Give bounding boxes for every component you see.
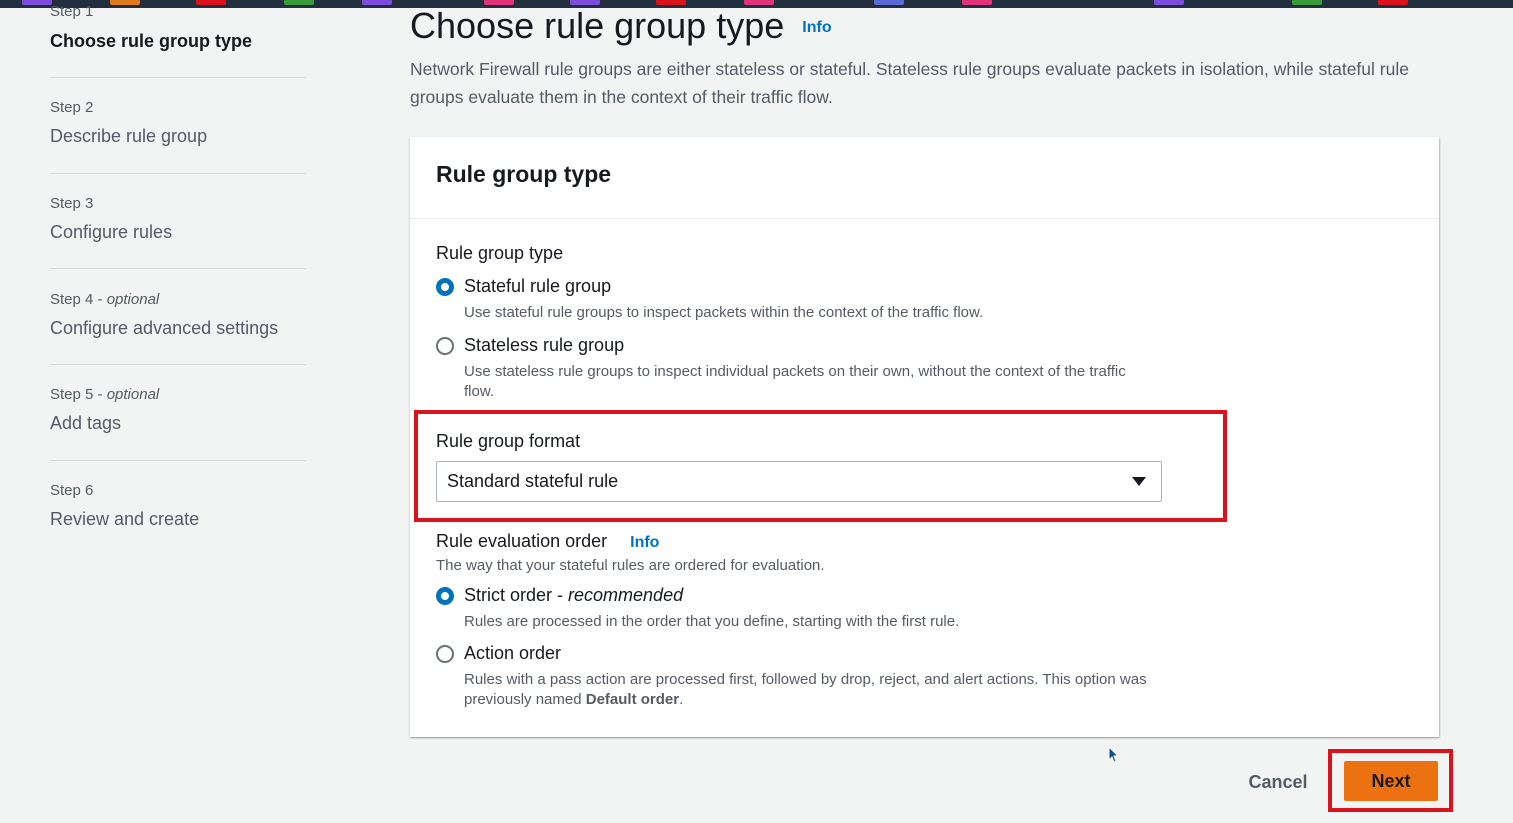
step-number: Step 1 [50,3,94,20]
page-title-text: Choose rule group type [410,5,785,46]
step-label[interactable]: Review and create [50,509,306,530]
step-divider [50,173,306,174]
radio-title[interactable]: Stateless rule group [464,335,1156,356]
radio-button[interactable] [436,645,454,663]
panel-title: Rule group type [410,137,1439,219]
radio-button-checked[interactable] [436,278,454,296]
caret-down-icon[interactable] [1132,477,1146,486]
radio-description: Use stateful rule groups to inspect pack… [464,304,984,321]
info-link[interactable]: Info [802,19,831,36]
radio-stateless-rule-group[interactable]: Stateless rule group Use stateless rule … [436,335,1156,402]
step-number: Step 5 - optional [50,386,160,403]
wizard-step-6[interactable]: Step 6 Review and create [50,482,306,530]
radio-action-order[interactable]: Action order Rules with a pass action ar… [436,643,1156,710]
wizard-step-2[interactable]: Step 2 Describe rule group [50,99,306,147]
step-number: Step 3 [50,195,94,212]
wizard-step-1: Step 1 Choose rule group type [50,3,306,52]
page-title: Choose rule group type Info [410,5,832,47]
step-label[interactable]: Configure advanced settings [50,318,306,339]
radio-title[interactable]: Action order [464,643,1156,664]
radio-title[interactable]: Stateful rule group [464,276,1156,297]
radio-description: Use stateless rule groups to inspect ind… [464,363,1126,400]
radio-stateful-rule-group[interactable]: Stateful rule group Use stateful rule gr… [436,276,1156,323]
radio-description: Rules with a pass action are processed f… [464,671,1147,708]
service-tab-marker [1154,0,1184,5]
service-tab-marker [962,0,992,5]
step-divider [50,460,306,461]
rule-evaluation-order-text: Rule evaluation order [436,531,608,551]
wizard-step-5[interactable]: Step 5 - optional Add tags [50,386,306,434]
step-divider [50,77,306,78]
rule-group-type-label: Rule group type [436,243,564,263]
rule-evaluation-order-label: Rule evaluation order Info [436,531,659,552]
step-number: Step 4 - optional [50,291,160,308]
select-value: Standard stateful rule [447,471,619,491]
rule-group-type-panel: Rule group type Rule group type Stateful… [410,137,1439,737]
radio-strict-order[interactable]: Strict order - recommended Rules are pro… [436,585,1156,632]
wizard-step-4[interactable]: Step 4 - optional Configure advanced set… [50,291,306,339]
next-button[interactable]: Next [1344,761,1438,801]
step-label[interactable]: Configure rules [50,222,306,243]
rule-evaluation-order-description: The way that your stateful rules are ord… [436,557,825,574]
radio-description: Rules are processed in the order that yo… [464,613,960,630]
step-number: Step 6 [50,482,94,499]
service-tab-marker [22,0,52,5]
radio-button-checked[interactable] [436,587,454,605]
cancel-button[interactable]: Cancel [1236,766,1320,798]
page-description: Network Firewall rule groups are either … [410,59,1409,107]
service-tab-marker [874,0,904,5]
step-divider [50,364,306,365]
service-tab-marker [362,0,392,5]
service-tab-marker [1378,0,1408,5]
mouse-pointer-icon [1108,746,1120,763]
step-label[interactable]: Describe rule group [50,126,306,147]
rule-group-format-label: Rule group format [436,431,581,451]
info-link[interactable]: Info [630,534,659,551]
rule-group-format-select[interactable]: Standard stateful rule [436,461,1162,502]
step-number: Step 2 [50,99,94,116]
radio-title[interactable]: Strict order - recommended [464,585,1156,606]
step-label: Choose rule group type [50,31,253,51]
radio-button[interactable] [436,337,454,355]
step-divider [50,268,306,269]
step-label[interactable]: Add tags [50,413,306,434]
wizard-step-3[interactable]: Step 3 Configure rules [50,195,306,243]
service-tab-marker [1292,0,1322,5]
